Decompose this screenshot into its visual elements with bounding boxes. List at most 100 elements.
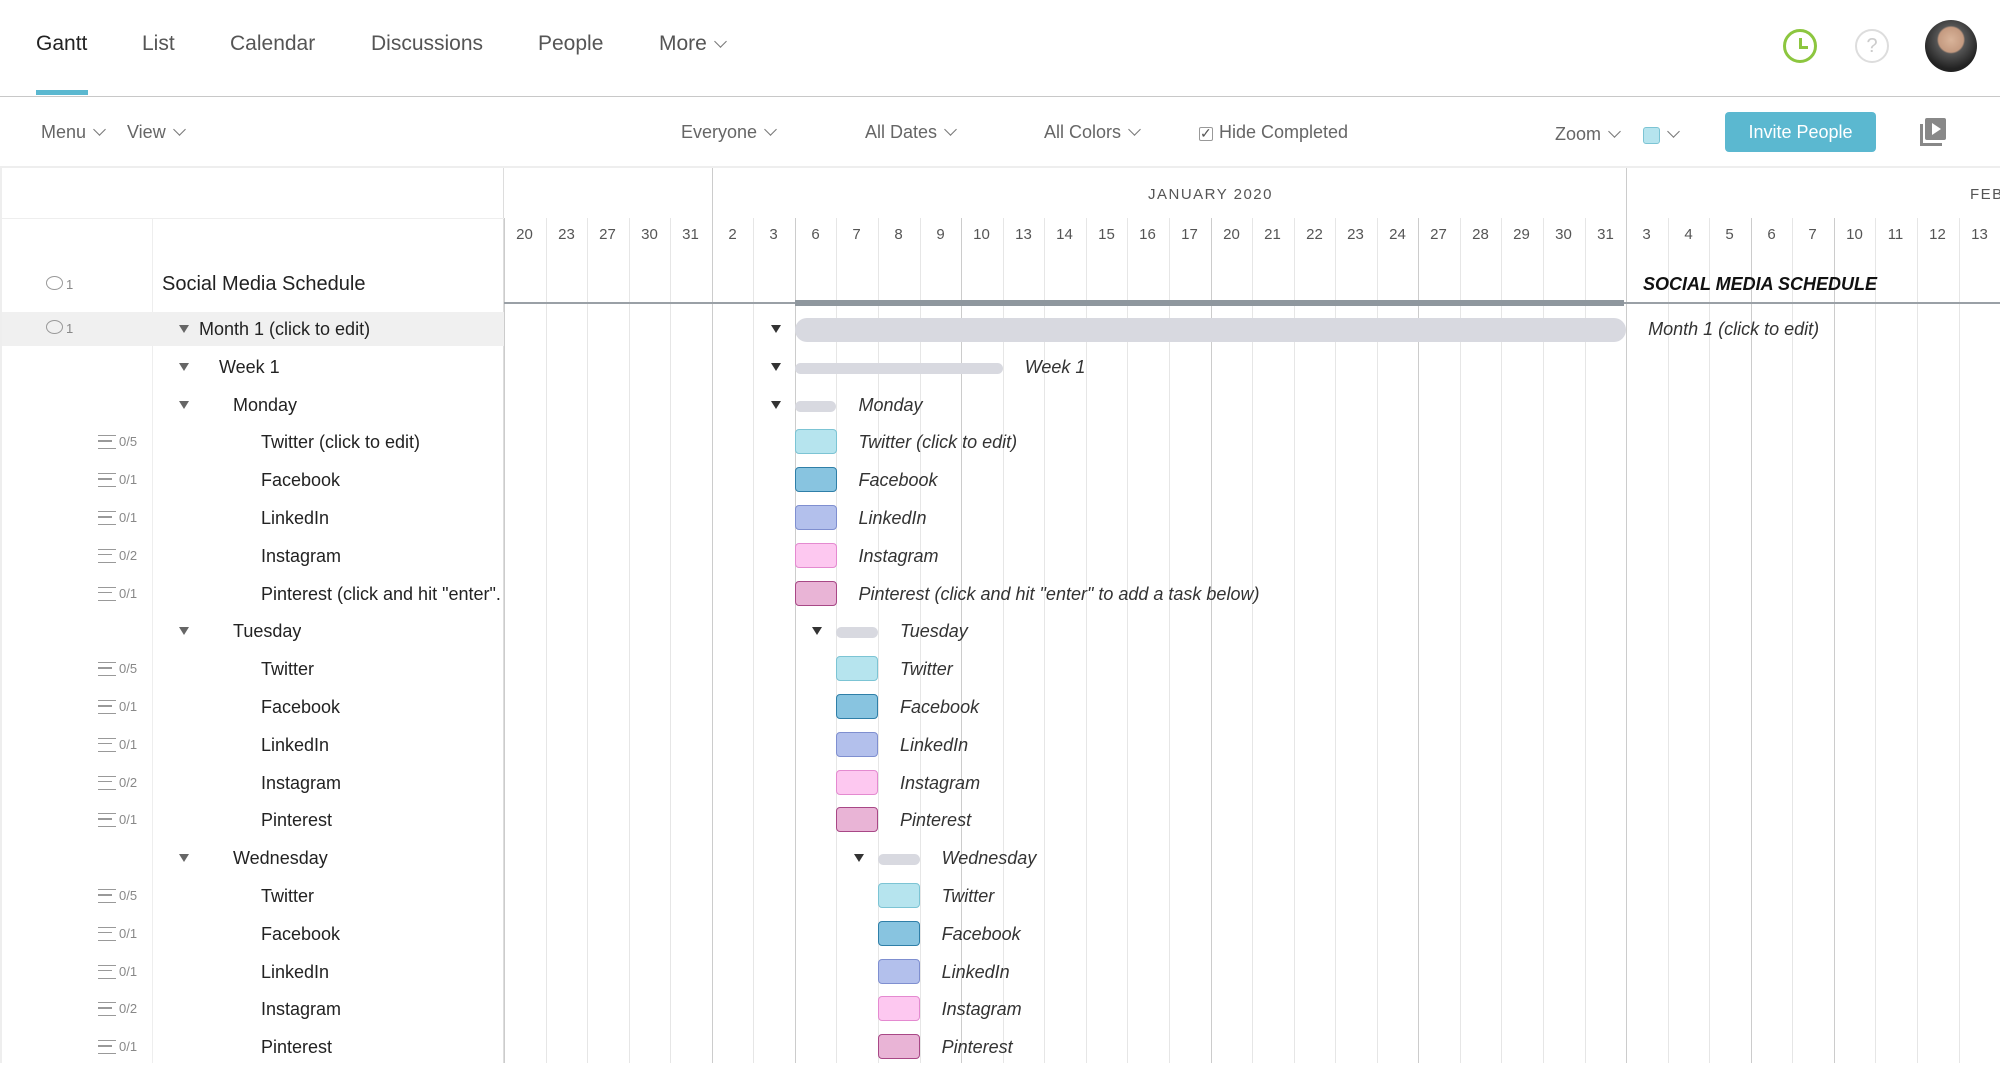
task-row[interactable]: 0/5 Twitter Twitter (0, 650, 2000, 688)
dates-filter[interactable]: All Dates (865, 122, 957, 143)
hide-completed-toggle[interactable]: ✓ Hide Completed (1199, 122, 1348, 143)
checklist-icon[interactable] (98, 473, 116, 488)
task-row[interactable]: 0/1 LinkedIn LinkedIn (0, 953, 2000, 991)
project-title[interactable]: Social Media Schedule (162, 273, 365, 296)
task-name[interactable]: Instagram (261, 999, 341, 1020)
checklist-icon[interactable] (98, 548, 116, 563)
view-dropdown[interactable]: View (127, 122, 186, 143)
checklist-icon[interactable] (98, 700, 116, 714)
group-bar[interactable] (794, 362, 1003, 374)
hide-completed-checkbox[interactable]: ✓ (1199, 126, 1213, 141)
collapse-triangle-icon[interactable] (770, 362, 781, 371)
task-name[interactable]: Pinterest (click and hit "enter". (261, 584, 501, 605)
group-row[interactable]: Tuesday Tuesday (0, 612, 2000, 650)
task-name[interactable]: Tuesday (233, 621, 301, 642)
task-bar-instagram[interactable] (836, 769, 879, 795)
checklist-icon[interactable] (98, 1002, 116, 1017)
checklist-icon[interactable] (98, 926, 116, 941)
task-bar-pinterest[interactable] (836, 807, 879, 833)
task-row[interactable]: 0/1 Pinterest Pinterest (0, 801, 2000, 839)
task-row[interactable]: 0/5 Twitter (click to edit) Twitter (click… (0, 423, 2000, 461)
task-row[interactable]: 0/1 LinkedIn LinkedIn (0, 726, 2000, 764)
checklist-icon[interactable] (98, 586, 116, 601)
task-name[interactable]: Instagram (261, 546, 341, 567)
task-bar-pinterest[interactable] (878, 1034, 921, 1060)
checklist-icon[interactable] (98, 662, 116, 677)
collapse-triangle-icon[interactable] (812, 627, 823, 636)
tab-calendar[interactable]: Calendar (230, 32, 315, 56)
checklist-icon[interactable] (98, 813, 116, 828)
checklist-icon[interactable] (98, 737, 116, 752)
task-name[interactable]: Week 1 (219, 357, 280, 378)
task-name[interactable]: Twitter (261, 886, 314, 907)
task-name[interactable]: Facebook (261, 924, 340, 945)
collapse-triangle-icon[interactable] (854, 854, 865, 863)
group-bar[interactable] (794, 400, 837, 412)
checklist-icon[interactable] (98, 889, 116, 903)
task-name[interactable]: Wednesday (233, 848, 328, 869)
group-bar[interactable] (836, 627, 879, 639)
project-comment-icon[interactable] (46, 276, 63, 290)
invite-people-button[interactable]: Invite People (1725, 112, 1876, 152)
task-name[interactable]: Instagram (261, 773, 341, 794)
group-row[interactable]: 1 Month 1 (click to edit) Month 1 (click t… (0, 310, 2000, 348)
task-bar-instagram[interactable] (878, 996, 921, 1022)
task-bar-twitter[interactable] (794, 429, 837, 455)
task-bar-linkedin[interactable] (836, 731, 879, 757)
task-row[interactable]: 0/1 Pinterest Pinterest (0, 1028, 2000, 1066)
task-bar-linkedin[interactable] (878, 958, 921, 984)
group-bar[interactable] (878, 854, 920, 866)
checklist-icon[interactable] (98, 964, 116, 979)
task-name[interactable]: Month 1 (click to edit) (199, 319, 370, 340)
avatar[interactable] (1925, 20, 1977, 72)
group-row[interactable]: Week 1 Week 1 (0, 348, 2000, 386)
task-name[interactable]: Monday (233, 395, 297, 416)
task-row[interactable]: 0/1 Facebook Facebook (0, 915, 2000, 953)
task-name[interactable]: Twitter (click to edit) (261, 432, 420, 453)
collapse-triangle-icon[interactable] (179, 325, 189, 333)
group-bar[interactable] (794, 318, 1627, 342)
checklist-icon[interactable] (98, 435, 116, 450)
collapse-triangle-icon[interactable] (179, 627, 189, 636)
task-bar-facebook[interactable] (794, 467, 837, 493)
task-name[interactable]: Facebook (261, 697, 340, 718)
color-picker-dropdown[interactable] (1643, 124, 1680, 145)
task-row[interactable]: 0/2 Instagram Instagram (0, 764, 2000, 802)
task-bar-linkedin[interactable] (794, 505, 837, 530)
help-icon[interactable]: ? (1855, 29, 1889, 63)
collapse-triangle-icon[interactable] (770, 325, 781, 333)
task-row[interactable]: 0/2 Instagram Instagram (0, 990, 2000, 1028)
collapse-triangle-icon[interactable] (179, 400, 189, 409)
menu-dropdown[interactable]: Menu (41, 122, 106, 143)
tab-gantt[interactable]: Gantt (36, 32, 87, 56)
collapse-triangle-icon[interactable] (179, 854, 189, 863)
group-row[interactable]: Monday Monday (0, 386, 2000, 424)
tab-more[interactable]: More (659, 32, 727, 56)
tab-people[interactable]: People (538, 32, 603, 56)
collapse-triangle-icon[interactable] (179, 362, 189, 371)
task-name[interactable]: LinkedIn (261, 962, 329, 983)
project-summary-bar[interactable] (795, 300, 1624, 306)
task-name[interactable]: LinkedIn (261, 735, 329, 756)
clock-icon[interactable] (1783, 29, 1817, 63)
task-row[interactable]: 0/1 Facebook Facebook (0, 688, 2000, 726)
task-bar-twitter[interactable] (878, 883, 921, 908)
collapse-triangle-icon[interactable] (770, 400, 781, 409)
task-row[interactable]: 0/2 Instagram Instagram (0, 537, 2000, 575)
task-name[interactable]: Twitter (261, 659, 314, 680)
task-bar-pinterest[interactable] (794, 580, 837, 606)
group-row[interactable]: Wednesday Wednesday (0, 839, 2000, 877)
task-bar-facebook[interactable] (878, 920, 921, 946)
zoom-dropdown[interactable]: Zoom (1555, 124, 1621, 145)
task-name[interactable]: LinkedIn (261, 508, 329, 529)
task-row[interactable]: 0/1 Pinterest (click and hit "enter". Pint… (0, 575, 2000, 613)
play-tutorial-icon[interactable] (1920, 118, 1946, 146)
task-row[interactable]: 0/5 Twitter Twitter (0, 877, 2000, 915)
checklist-icon[interactable] (98, 511, 116, 525)
tab-list[interactable]: List (142, 32, 175, 56)
everyone-filter[interactable]: Everyone (681, 122, 777, 143)
tab-discussions[interactable]: Discussions (371, 32, 483, 56)
task-bar-facebook[interactable] (836, 694, 879, 719)
task-name[interactable]: Pinterest (261, 1037, 332, 1058)
task-name[interactable]: Pinterest (261, 810, 332, 831)
